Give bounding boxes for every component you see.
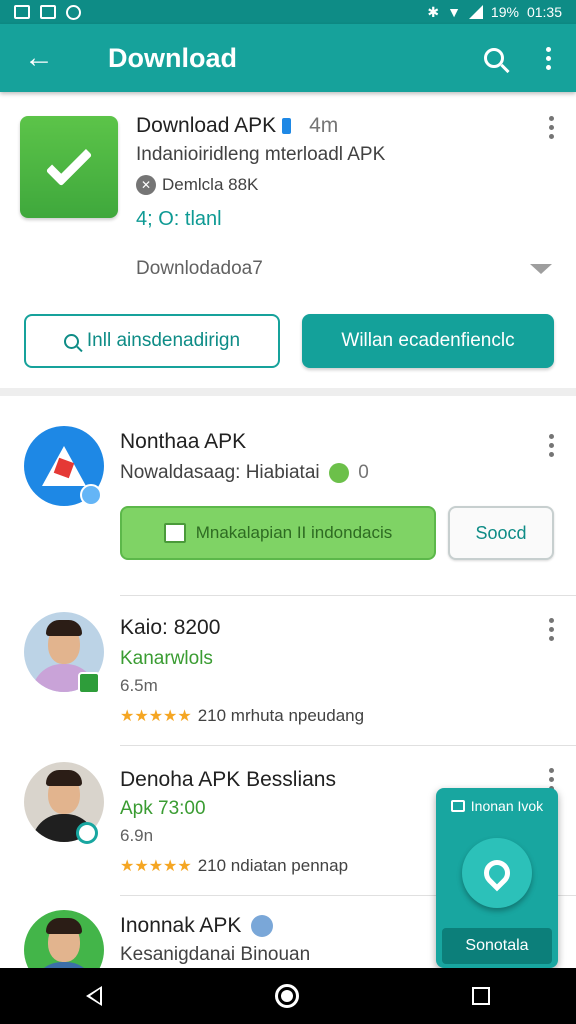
- list-item-title-text: Inonnak APK: [120, 914, 242, 937]
- collapsed-section-label: Downlodadoa7: [136, 258, 263, 279]
- back-button[interactable]: ←: [0, 24, 78, 92]
- install-outline-label: Inll ainsdenadirign: [86, 330, 241, 351]
- bluetooth-icon: ✱: [427, 3, 440, 20]
- download-meta-text: Deml­cla 88K: [162, 175, 259, 194]
- list-item-subtitle: Nowaldasaag: Hiabiatai 0: [120, 462, 369, 484]
- download-time: 4m: [309, 114, 339, 137]
- green-action-label: Mnakalapian II indondacis: [195, 523, 393, 542]
- nav-back-icon[interactable]: [86, 986, 103, 1006]
- image-notification-icon: [40, 5, 56, 19]
- more-options-button[interactable]: [520, 24, 576, 92]
- clock-badge-icon: [76, 822, 98, 844]
- download-app-icon: [20, 116, 118, 218]
- clock: 01:35: [526, 4, 562, 20]
- list-item[interactable]: Kaio: 8200 Kanarwlols 6.5m ★★★★★ 210 mrh…: [0, 596, 576, 746]
- primary-action-button[interactable]: Willan ecadenfienclc: [302, 314, 554, 368]
- verified-badge-icon: [282, 118, 292, 134]
- window-icon: [450, 800, 465, 812]
- app-bar: ← Download: [0, 24, 576, 92]
- rating-text: 210 mrhuta npeudang: [197, 706, 365, 725]
- status-bar: ✱ ▼ 19% 01:35: [0, 0, 576, 24]
- rating-line: ★★★★★ 210 mrhuta npeudang: [120, 706, 364, 726]
- nfc-icon: [66, 4, 81, 20]
- download-title-text: Download APK: [136, 114, 277, 137]
- star-rating-icon: ★★★★★: [120, 708, 192, 725]
- send-button[interactable]: Soocd: [448, 506, 554, 560]
- list-item-title: Nonthaa APK: [120, 430, 247, 453]
- check-circle-icon: [328, 462, 349, 483]
- download-subtitle: Indanioiridleng mterloadl APK: [136, 144, 386, 165]
- document-icon: [163, 523, 186, 543]
- image-notification-icon: [14, 5, 30, 19]
- list-item-status: Kanarwlols: [120, 648, 213, 669]
- search-icon: [63, 333, 79, 349]
- star-rating-icon: ★★★★★: [120, 858, 192, 875]
- nav-home-icon[interactable]: [274, 984, 299, 1008]
- list-item-subtitle-text: Nowaldasaag: Hiabiatai: [120, 462, 320, 483]
- download-card: Download APK 4m Indanioiridleng mterload…: [0, 92, 576, 396]
- verified-check-icon: [78, 672, 100, 694]
- floating-panel: Inonan Ivok Sonotala: [436, 788, 558, 968]
- wifi-icon: ▼: [447, 4, 461, 20]
- system-nav-bar: [0, 968, 576, 1024]
- rating-line: ★★★★★ 210 ndiatan pennap: [120, 856, 348, 876]
- notification-icons: [14, 4, 81, 20]
- info-icon: ✕: [136, 175, 156, 195]
- arrow-left-icon: ←: [24, 41, 54, 74]
- download-meta: ✕ Deml­cla 88K: [136, 175, 258, 195]
- chevron-down-icon[interactable]: [530, 264, 552, 274]
- item-more-button[interactable]: [549, 618, 554, 641]
- battery-text: 19%: [490, 4, 519, 20]
- location-pin-button[interactable]: [462, 838, 532, 908]
- avatar: [24, 910, 104, 968]
- item-more-button[interactable]: [549, 434, 554, 457]
- list-item[interactable]: Nonthaa APK Nowaldasaag: Hiabiatai 0 Mna…: [0, 404, 576, 596]
- status-indicators: ✱ ▼ 19% 01:35: [427, 4, 562, 21]
- list-item-status: Apk 73:00: [120, 798, 206, 819]
- download-title: Download APK 4m: [136, 114, 338, 138]
- search-button[interactable]: [468, 24, 520, 92]
- verified-badge-icon: [251, 915, 274, 938]
- signal-icon: [468, 5, 483, 19]
- list-item-title: Inonnak APK: [120, 914, 274, 938]
- floating-panel-header[interactable]: Inonan Ivok: [436, 788, 558, 824]
- list-item-size: 6.9n: [120, 826, 154, 845]
- green-action-button[interactable]: Mnakalapian II indondacis: [120, 506, 436, 560]
- nav-recents-icon[interactable]: [471, 987, 490, 1005]
- location-pin-icon: [478, 854, 516, 892]
- status-badge-icon: [80, 484, 102, 506]
- floating-action-button[interactable]: Sonotala: [442, 928, 552, 964]
- list-item-subtitle: Kesanigdanai Binouan: [120, 944, 311, 965]
- rating-text: 210 ndiatan pennap: [197, 856, 349, 875]
- list-item-count: 0: [358, 462, 369, 483]
- search-icon: [484, 48, 504, 68]
- floating-panel-title: Inonan Ivok: [470, 798, 544, 814]
- list-item-title: Kaio: 8200: [120, 616, 221, 639]
- card-more-button[interactable]: [549, 116, 554, 139]
- install-outline-button[interactable]: Inll ainsdenadirign: [24, 314, 280, 368]
- download-link[interactable]: 4; O: tlanl: [136, 208, 222, 231]
- list-item-title: Denoha APK Besslians: [120, 768, 336, 791]
- list-item-size: 6.5m: [120, 676, 158, 695]
- page-title: Download: [108, 42, 237, 73]
